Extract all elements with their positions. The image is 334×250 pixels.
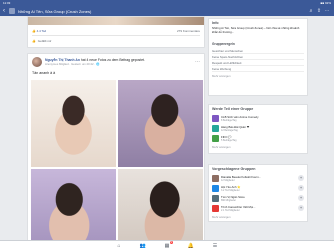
join-groups-heading: Werde Teil einer Gruppe — [212, 107, 254, 111]
show-more-link[interactable]: Mehr anzeigen — [212, 215, 304, 219]
group-members: 12 Mitglieder — [221, 178, 235, 182]
top-nav-bar: ‹ Những Ai Tên, Sửa Group (Crush Zones) … — [0, 6, 334, 16]
comment-count[interactable]: 279 Kommentare — [177, 29, 200, 33]
group-thumbnail — [212, 204, 219, 212]
show-more-link[interactable]: Mehr anzeigen — [212, 145, 304, 149]
post-photo[interactable] — [118, 169, 203, 240]
group-suggestion[interactable]: CLB Sinh viên Anime Comedy 8 Beiträge/Tag — [212, 113, 304, 123]
previous-post-card: 👍 4.4 Tsd 279 Kommentare 👍 Gefällt mir — [27, 16, 205, 48]
post-card: Nguyễn Thị Thanh An hat 4 neue Fotos zu … — [27, 53, 205, 240]
suggested-groups-card: Vorgeschlagene Gruppen Dianalia Beauté K… — [208, 164, 308, 222]
join-group-button[interactable]: + — [298, 195, 304, 201]
share-icon[interactable]: ⇪ — [315, 8, 323, 14]
notification-badge: 9 — [169, 240, 173, 244]
notifications-tab-icon[interactable]: 🔔 — [186, 243, 196, 249]
join-group-button[interactable]: + — [298, 185, 304, 191]
group-title[interactable]: Những Ai Tên, Sửa Group (Crush Zones) — [18, 9, 307, 14]
groups-tab-icon[interactable]: 👥 — [138, 243, 148, 249]
join-groups-card: Werde Teil einer Gruppe CLB Sinh viên An… — [208, 104, 308, 154]
feed: 👍 4.4 Tsd 279 Kommentare 👍 Gefällt mir N… — [27, 16, 205, 240]
marketplace-tab[interactable]: ▦ 9 — [162, 240, 173, 249]
like-button[interactable]: Gefällt mir — [38, 39, 52, 43]
show-more-link[interactable]: Mehr anzeigen — [212, 74, 304, 78]
group-suggestion[interactable]: Hội Yêu Anh ⭐ 3.2 Tsd Mitglieder + — [212, 183, 304, 193]
group-suggestion[interactable]: FIFO 💬 5 Beiträge/Tag — [212, 133, 304, 143]
group-description: Những Ai Tên, Sửa Group (Crush Zones) – … — [212, 27, 300, 34]
group-members: 2.1 Tsd Mitglieder — [221, 208, 240, 212]
group-activity: 12 Beiträge/Tag — [221, 128, 238, 132]
right-sidebar: Info Những Ai Tên, Sửa Group (Crush Zone… — [208, 16, 308, 240]
previous-post-image[interactable] — [28, 17, 204, 25]
group-suggestion[interactable]: Tùm Vị Ngân Store 890 Mitglieder + — [212, 193, 304, 203]
like-icon[interactable]: 👍 — [32, 39, 36, 43]
post-photo[interactable] — [31, 169, 116, 240]
group-suggestion[interactable]: Trinh Carowchler Viết Mọi... 2.1 Tsd Mitg… — [212, 203, 304, 213]
group-thumbnail — [212, 174, 219, 182]
group-members: 3.2 Tsd Mitglieder — [221, 188, 240, 192]
group-suggestion[interactable]: Dianalia Beauté Kollekti Fourn... 12 Mitg… — [212, 173, 304, 183]
group-members: 890 Mitglieder — [221, 198, 237, 202]
marketplace-icon: ▦ — [164, 242, 170, 249]
post-photo[interactable] — [31, 80, 116, 167]
group-thumbnail — [212, 194, 219, 202]
group-activity: 5 Beiträge/Tag — [221, 138, 237, 142]
group-thumbnail — [212, 184, 219, 192]
join-group-button[interactable]: + — [298, 205, 304, 211]
group-thumbnail — [212, 134, 219, 142]
info-heading: Info — [212, 21, 219, 25]
join-group-button[interactable]: + — [298, 175, 304, 181]
post-photo[interactable] — [118, 80, 203, 167]
rule-item[interactable]: Keine Werbung — [212, 66, 304, 72]
group-activity: 8 Beiträge/Tag — [221, 118, 237, 122]
group-avatar[interactable] — [9, 8, 15, 14]
post-text: Tân ananh ả ả — [32, 71, 56, 75]
group-suggestion[interactable]: Hàng Bảo Đài Quên ❤ 12 Beiträge/Tag — [212, 123, 304, 133]
reaction-count[interactable]: 👍 4.4 Tsd — [32, 29, 46, 33]
home-tab-icon[interactable]: ⌂ — [114, 243, 124, 249]
photo-grid — [31, 80, 203, 240]
group-thumbnail — [212, 114, 219, 122]
suggested-groups-heading: Vorgeschlagene Gruppen — [212, 167, 256, 171]
search-icon[interactable]: ⌕ — [307, 8, 315, 14]
menu-tab-icon[interactable]: ☰ — [210, 243, 220, 249]
group-info-card: Info Những Ai Tên, Sửa Group (Crush Zone… — [208, 18, 308, 96]
more-icon[interactable]: ⋯ — [323, 8, 331, 14]
group-thumbnail — [212, 124, 219, 132]
rules-heading: Gruppenregeln — [212, 42, 235, 46]
author-avatar[interactable] — [32, 57, 42, 67]
post-timestamp[interactable]: Anonymes Mitglied · Gestern um 20:42 · 🌐 — [45, 62, 194, 66]
bottom-tab-bar: ⌂ 👥 ▦ 9 🔔 ☰ — [0, 240, 334, 250]
post-options-icon[interactable]: ⋯ — [194, 59, 200, 65]
